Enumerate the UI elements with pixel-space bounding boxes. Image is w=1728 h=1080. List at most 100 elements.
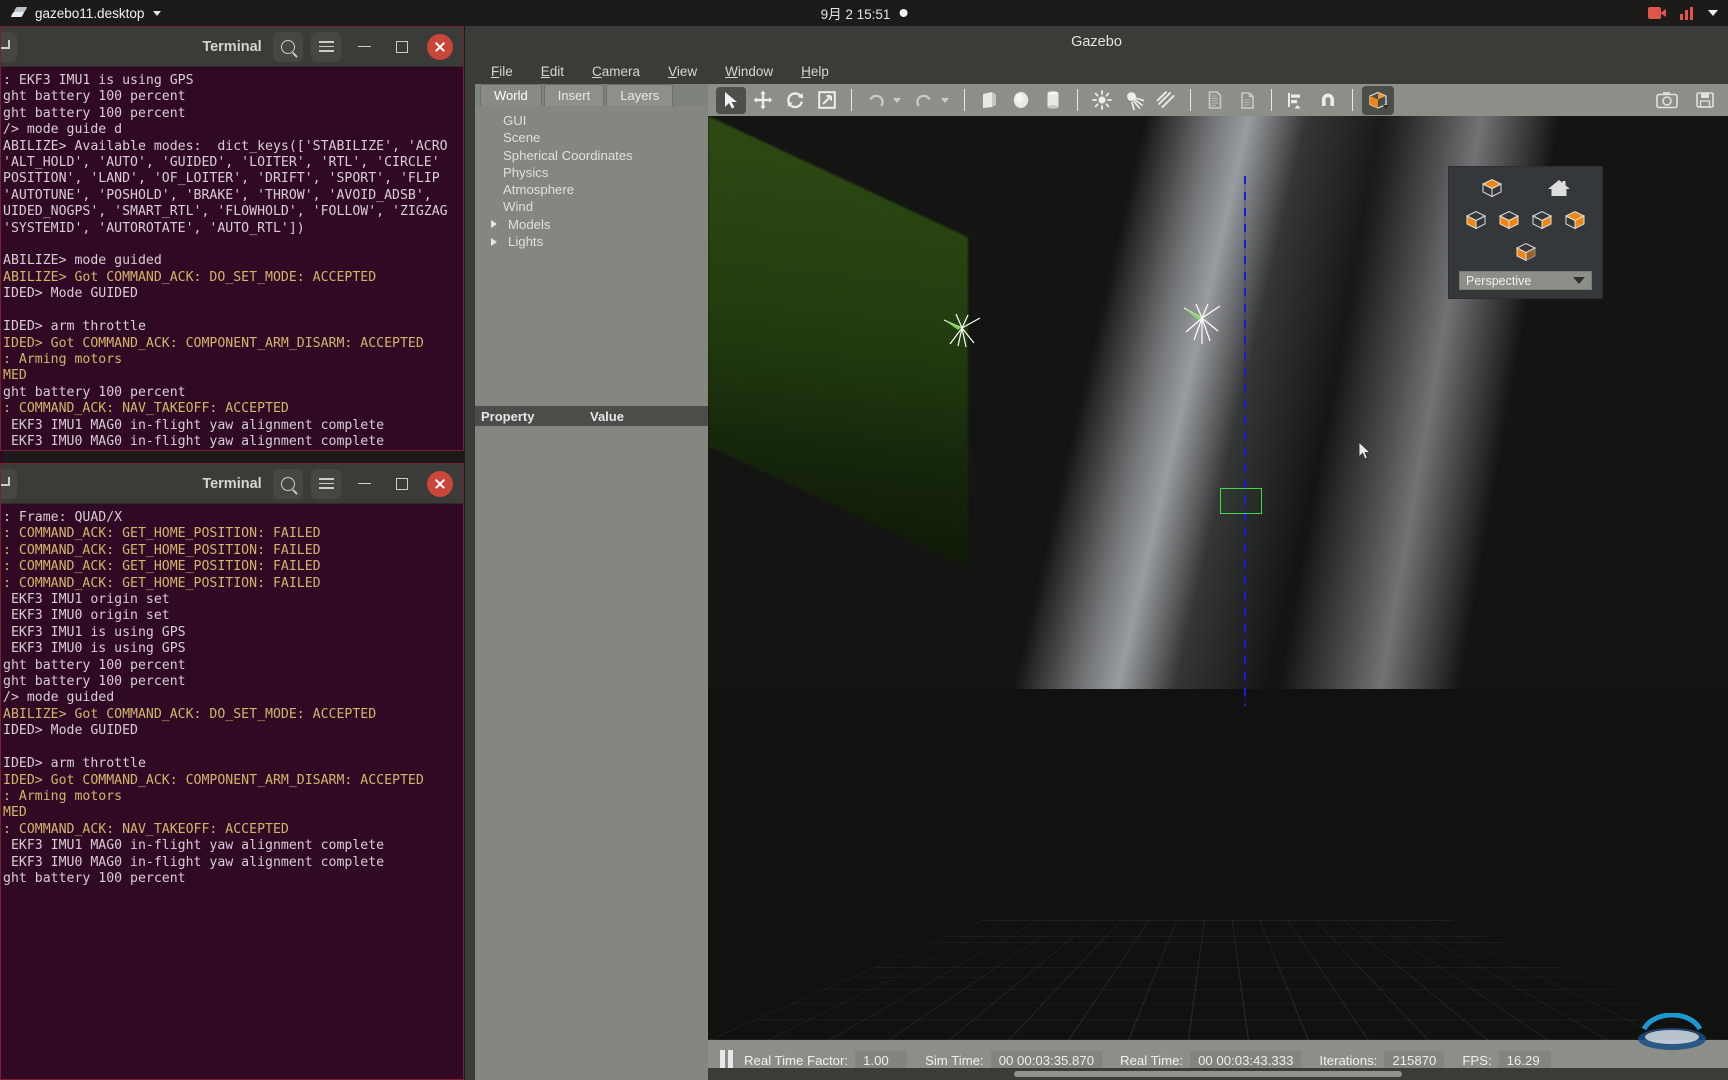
view-angle-dropdown-panel[interactable]: Perspective xyxy=(1448,166,1603,299)
tree-item-lights[interactable]: Lights xyxy=(489,233,708,250)
close-button[interactable] xyxy=(425,469,455,499)
gazebo-panel-tabs[interactable]: World Insert Layers xyxy=(475,84,708,106)
terminal-window-bottom[interactable]: Terminal : Frame: QUAD/X: COMMAND_ACK: G… xyxy=(0,463,464,1080)
terminal-bottom-titlebar[interactable]: Terminal xyxy=(1,464,463,504)
tree-item-label: Models xyxy=(508,216,551,232)
terminal-top-output[interactable]: : EKF3 IMU1 is using GPS ght battery 100 … xyxy=(1,67,463,450)
camera-indicator-icon[interactable] xyxy=(1648,7,1666,19)
expand-arrow-icon[interactable] xyxy=(491,220,497,229)
home-icon[interactable] xyxy=(1546,177,1572,199)
iris-drone-right[interactable] xyxy=(1176,298,1228,354)
close-button[interactable] xyxy=(425,32,455,62)
undo-history-dropdown-caret-icon[interactable] xyxy=(893,97,901,103)
status-value: 16.29 xyxy=(1498,1050,1551,1070)
cube-bottom-view-icon[interactable] xyxy=(1513,239,1539,265)
menu-button[interactable] xyxy=(311,31,341,62)
maximize-button[interactable] xyxy=(387,32,417,62)
terminal-top-window-controls[interactable] xyxy=(273,31,455,62)
hamburger-menu-icon xyxy=(318,41,334,52)
blue-trajectory-line xyxy=(1244,176,1246,706)
selected-model-outline[interactable] xyxy=(1220,488,1262,514)
tree-item-gui[interactable]: GUI xyxy=(489,112,708,129)
copy-button[interactable] xyxy=(1200,87,1230,114)
menu-button[interactable] xyxy=(311,468,341,499)
gazebo-titlebar[interactable]: Gazebo xyxy=(465,26,1728,58)
menu-help[interactable]: Help xyxy=(787,61,843,82)
menu-edit[interactable]: Edit xyxy=(527,61,578,82)
tree-item-atmosphere[interactable]: Atmosphere xyxy=(489,181,708,198)
tree-item-models[interactable]: Models xyxy=(489,216,708,233)
terminal-top-left-buttons[interactable] xyxy=(1,31,17,62)
cube-top-view-icon[interactable] xyxy=(1479,175,1505,201)
expand-arrow-icon[interactable] xyxy=(491,237,497,246)
snap-button[interactable] xyxy=(1313,87,1343,114)
tree-item-spherical-coordinates[interactable]: Spherical Coordinates xyxy=(489,147,708,164)
insert-sphere-button[interactable] xyxy=(1006,87,1036,114)
spot-light-button[interactable] xyxy=(1119,87,1149,114)
terminal-bottom-window-controls[interactable] xyxy=(273,468,455,499)
cube-front-view-icon[interactable] xyxy=(1496,207,1522,233)
world-tree[interactable]: GUI Scene Spherical Coordinates Physics Atmo… xyxy=(475,106,708,406)
maximize-button[interactable] xyxy=(387,469,417,499)
terminal-bottom-output[interactable]: : Frame: QUAD/X: COMMAND_ACK: GET_HOME_P… xyxy=(1,504,463,887)
terminal-bottom-left-buttons[interactable] xyxy=(1,468,17,499)
scale-mode-button[interactable] xyxy=(812,87,842,114)
terminal-top-titlebar[interactable]: Terminal xyxy=(1,27,463,67)
new-tab-button[interactable] xyxy=(1,468,17,499)
rotate-mode-button[interactable] xyxy=(780,87,810,114)
menu-view[interactable]: View xyxy=(654,61,711,82)
terminal-window-top[interactable]: Terminal : EKF3 IMU1 is using GPS ght ba… xyxy=(0,26,464,451)
scrollbar-thumb[interactable] xyxy=(1014,1071,1402,1077)
minimize-button[interactable] xyxy=(349,32,379,62)
gazebo-left-panel[interactable]: World Insert Layers GUI Scene Spherical Coor… xyxy=(475,84,718,1080)
cube-left-view-icon[interactable] xyxy=(1463,207,1489,233)
tree-item-physics[interactable]: Physics xyxy=(489,164,708,181)
directional-light-button[interactable] xyxy=(1151,87,1181,114)
horizontal-scrollbar[interactable] xyxy=(708,1068,1728,1080)
tree-item-scene[interactable]: Scene xyxy=(489,129,708,146)
tree-item-wind[interactable]: Wind xyxy=(489,198,708,215)
insert-cylinder-button[interactable] xyxy=(1038,87,1068,114)
tab-world[interactable]: World xyxy=(480,84,542,106)
search-button[interactable] xyxy=(273,468,303,499)
view-angle-button[interactable] xyxy=(1362,85,1394,115)
gazebo-render-area[interactable]: Perspective Real Time Factor: 1.00 Sim Tim… xyxy=(708,84,1728,1080)
terminal-line: ABILIZE> Got COMMAND_ACK: DO_SET_MODE: A… xyxy=(3,706,377,722)
screenshot-button[interactable] xyxy=(1652,87,1682,114)
log-data-button[interactable] xyxy=(1690,87,1720,114)
select-mode-button[interactable] xyxy=(716,86,746,114)
redo-history-dropdown-caret-icon[interactable] xyxy=(941,97,949,103)
tab-insert[interactable]: Insert xyxy=(543,84,605,106)
chevron-down-icon xyxy=(153,10,162,16)
iris-drone-left[interactable] xyxy=(934,306,990,358)
insert-box-button[interactable] xyxy=(974,87,1004,114)
new-tab-button[interactable] xyxy=(1,31,17,62)
menu-window[interactable]: Window xyxy=(711,61,787,82)
system-indicators[interactable] xyxy=(1648,6,1718,20)
point-light-button[interactable] xyxy=(1087,87,1117,114)
system-menu-caret-icon[interactable] xyxy=(1708,10,1718,16)
cube-back-view-icon[interactable] xyxy=(1562,207,1588,233)
menu-file[interactable]: File xyxy=(477,61,527,82)
search-button[interactable] xyxy=(273,31,303,62)
redo-button[interactable] xyxy=(909,87,939,114)
tab-layers[interactable]: Layers xyxy=(606,84,674,106)
cube-right-view-icon[interactable] xyxy=(1529,207,1555,233)
gazebo-window[interactable]: Gazebo File Edit Camera View Window Help Worl… xyxy=(465,26,1728,1080)
gazebo-menubar[interactable]: File Edit Camera View Window Help xyxy=(465,58,1728,84)
translate-mode-button[interactable] xyxy=(748,87,778,114)
minimize-button[interactable] xyxy=(349,469,379,499)
clock-area[interactable]: 9月 2 15:51 xyxy=(821,3,908,23)
terminal-line: EKF3 IMU1 MAG0 in-flight yaw alignment c… xyxy=(3,417,385,433)
undo-button[interactable] xyxy=(861,87,891,114)
status-label: Real Time: xyxy=(1120,1052,1184,1068)
projection-select[interactable]: Perspective xyxy=(1459,271,1592,290)
gazebo-toolbar[interactable] xyxy=(708,84,1728,116)
active-app-menu[interactable]: gazebo11.desktop xyxy=(0,6,162,21)
menu-camera[interactable]: Camera xyxy=(578,61,654,82)
align-button[interactable] xyxy=(1281,87,1311,114)
pause-icon[interactable] xyxy=(720,1050,734,1070)
property-table-body[interactable] xyxy=(475,426,708,1080)
paste-button[interactable] xyxy=(1232,87,1262,114)
signal-bars-icon[interactable] xyxy=(1680,6,1694,20)
